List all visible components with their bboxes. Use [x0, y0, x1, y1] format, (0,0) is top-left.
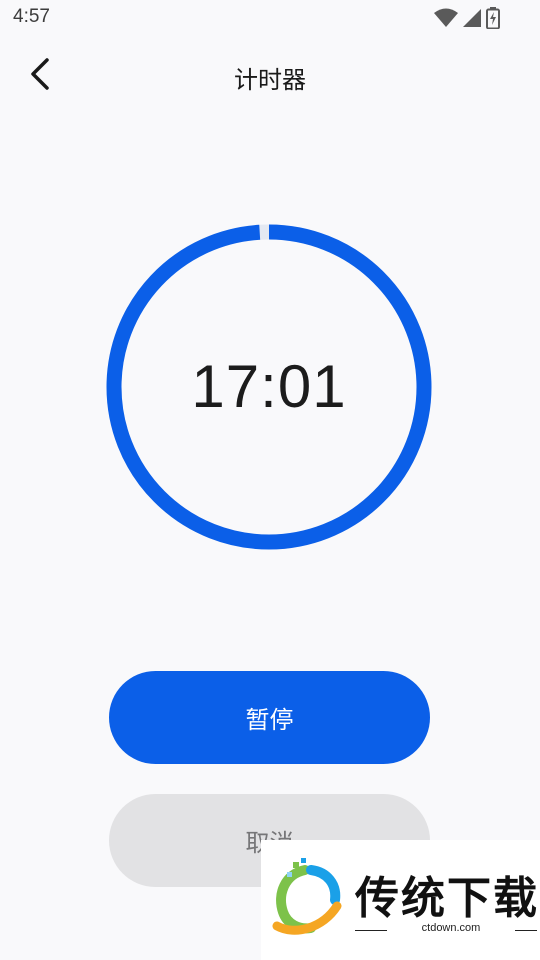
- timer-ring: 17:01: [106, 224, 432, 550]
- brand-divider-right: [515, 930, 537, 931]
- brand-name: 传统下载: [355, 873, 539, 924]
- signal-icon: [462, 8, 482, 32]
- watermark: 传统下载 ctdown.com: [261, 840, 540, 960]
- brand-logo-icon: [271, 856, 343, 938]
- wifi-icon: [434, 8, 458, 32]
- pause-button[interactable]: 暂停: [109, 671, 430, 764]
- page-title: 计时器: [234, 66, 306, 94]
- timer-display: 17:01: [191, 353, 347, 420]
- status-time: 4:57: [13, 6, 50, 27]
- status-bar: 4:57: [0, 0, 540, 36]
- brand-url: ctdown.com: [421, 922, 481, 934]
- status-icons: [434, 7, 500, 33]
- brand-divider-left: [355, 930, 387, 931]
- app-bar: 计时器: [0, 40, 540, 112]
- battery-charging-icon: [486, 7, 500, 33]
